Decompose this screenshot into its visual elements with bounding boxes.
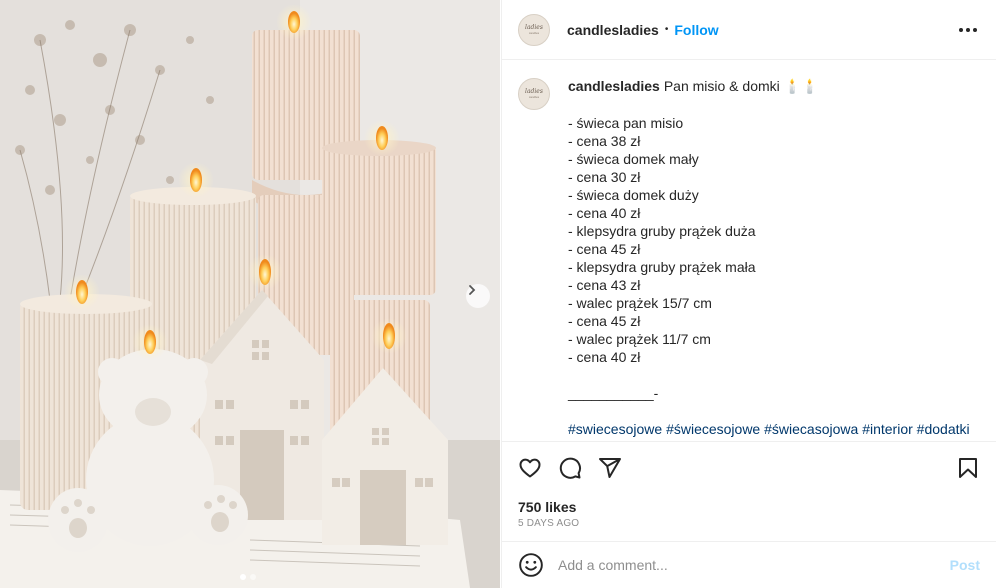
add-comment-bar: Post bbox=[502, 541, 996, 588]
caption-text: candlesladies Pan misio & domki 🕯️🕯️ - św… bbox=[568, 77, 970, 438]
caption-line: - cena 43 zł bbox=[568, 277, 641, 293]
likes-count[interactable]: 750 likes bbox=[502, 498, 996, 516]
hashtag-list: #swiecesojowe #świecesojowe #świecasojow… bbox=[568, 420, 970, 438]
hashtag-link[interactable]: #świecasojowa bbox=[764, 421, 858, 437]
hashtag-link[interactable]: #dodatki bbox=[917, 421, 970, 437]
header-separator: • bbox=[664, 24, 669, 35]
caption-title: Pan misio & domki 🕯️🕯️ bbox=[663, 78, 819, 94]
username-link[interactable]: candlesladies bbox=[567, 22, 659, 38]
post-comment-button[interactable]: Post bbox=[950, 557, 980, 573]
caption-username-link[interactable]: candlesladies bbox=[568, 78, 660, 94]
follow-button[interactable]: Follow bbox=[674, 22, 718, 38]
caption-line: - walec prążek 11/7 cm bbox=[568, 331, 711, 347]
caption-avatar[interactable]: ladies candles bbox=[518, 78, 550, 110]
comment-button[interactable] bbox=[558, 456, 582, 480]
caption-divider: ___________- bbox=[568, 385, 659, 401]
avatar[interactable]: ladies candles bbox=[518, 13, 550, 46]
carousel-indicator bbox=[240, 574, 256, 580]
carousel-dot-active bbox=[240, 574, 246, 580]
caption-line: - walec prążek 15/7 cm bbox=[568, 295, 712, 311]
post-sidebar: ladies candles candlesladies • Follow la… bbox=[501, 0, 996, 588]
candles-photo-illustration bbox=[0, 0, 500, 588]
avatar-logo-subtext: candles bbox=[528, 95, 540, 99]
hashtag-link[interactable]: #interior bbox=[862, 421, 913, 437]
more-icon-dot bbox=[966, 28, 970, 32]
caption-line: - cena 40 zł bbox=[568, 205, 641, 221]
caption-line: - świeca domek mały bbox=[568, 151, 699, 167]
hashtag-link[interactable]: #swiecesojowe bbox=[568, 421, 662, 437]
caption: ladies candles candlesladies Pan misio & … bbox=[518, 77, 980, 438]
post-timestamp[interactable]: 5 DAYS AGO bbox=[502, 518, 996, 529]
bookmark-icon bbox=[959, 458, 977, 478]
post-photo[interactable] bbox=[0, 0, 500, 588]
comments-area: ladies candles candlesladies Pan misio & … bbox=[502, 61, 996, 441]
comment-icon bbox=[559, 457, 581, 479]
carousel-dot bbox=[250, 574, 256, 580]
caption-line: - cena 30 zł bbox=[568, 169, 641, 185]
actions-section: 750 likes 5 DAYS AGO bbox=[502, 441, 996, 541]
caption-line: - cena 38 zł bbox=[568, 133, 641, 149]
comment-input[interactable] bbox=[558, 557, 950, 573]
next-slide-button[interactable] bbox=[466, 284, 490, 308]
hashtag-link[interactable]: #świecesojowe bbox=[666, 421, 760, 437]
caption-lines: - świeca pan misio - cena 38 zł - świeca… bbox=[568, 114, 970, 366]
more-icon bbox=[959, 28, 963, 32]
caption-line: - klepsydra gruby prążek duża bbox=[568, 223, 756, 239]
emoji-icon[interactable] bbox=[518, 552, 544, 578]
caption-line: - cena 40 zł bbox=[568, 349, 641, 365]
caption-line: - świeca domek duży bbox=[568, 187, 699, 203]
action-bar bbox=[502, 442, 996, 494]
save-button[interactable] bbox=[956, 456, 980, 480]
caption-line: - cena 45 zł bbox=[568, 313, 641, 329]
caption-line: - świeca pan misio bbox=[568, 115, 684, 131]
more-options-button[interactable] bbox=[956, 18, 980, 42]
post-header: ladies candles candlesladies • Follow bbox=[502, 0, 996, 60]
avatar-logo-subtext: candles bbox=[528, 30, 540, 35]
caption-line: - cena 45 zł bbox=[568, 241, 641, 257]
instagram-post-view: ladies candles candlesladies • Follow la… bbox=[0, 0, 996, 588]
share-icon bbox=[599, 458, 621, 478]
like-button[interactable] bbox=[518, 456, 542, 480]
chevron-right-icon bbox=[469, 285, 476, 295]
more-icon-dot bbox=[973, 28, 977, 32]
share-button[interactable] bbox=[598, 456, 622, 480]
caption-line: - klepsydra gruby prążek mała bbox=[568, 259, 756, 275]
heart-icon bbox=[519, 458, 541, 478]
